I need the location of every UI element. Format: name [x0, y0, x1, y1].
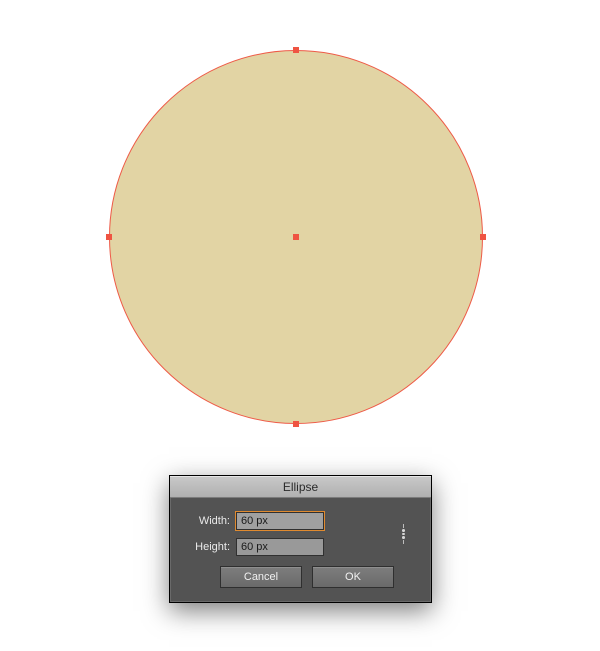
- canvas-area: [0, 0, 600, 470]
- height-input[interactable]: 60 px: [236, 538, 324, 556]
- anchor-bottom[interactable]: [293, 421, 299, 427]
- dialog-title: Ellipse: [283, 480, 318, 494]
- cancel-button[interactable]: Cancel: [220, 566, 302, 588]
- anchor-right[interactable]: [480, 234, 486, 240]
- ok-button[interactable]: OK: [312, 566, 394, 588]
- height-label: Height:: [182, 541, 230, 553]
- width-label: Width:: [182, 515, 230, 527]
- dialog-body: Width: 60 px Height: 60 px Cancel OK: [170, 498, 431, 602]
- width-row: Width: 60 px: [182, 512, 419, 530]
- height-row: Height: 60 px: [182, 538, 419, 556]
- dialog-titlebar[interactable]: Ellipse: [170, 476, 431, 498]
- anchor-left[interactable]: [106, 234, 112, 240]
- anchor-top[interactable]: [293, 47, 299, 53]
- anchor-center[interactable]: [293, 234, 299, 240]
- ellipse-dialog: Ellipse Width: 60 px Height: 60 px Cance…: [169, 475, 432, 603]
- constrain-proportions-icon[interactable]: [393, 524, 413, 544]
- width-input[interactable]: 60 px: [236, 512, 324, 530]
- dialog-buttons: Cancel OK: [182, 566, 419, 588]
